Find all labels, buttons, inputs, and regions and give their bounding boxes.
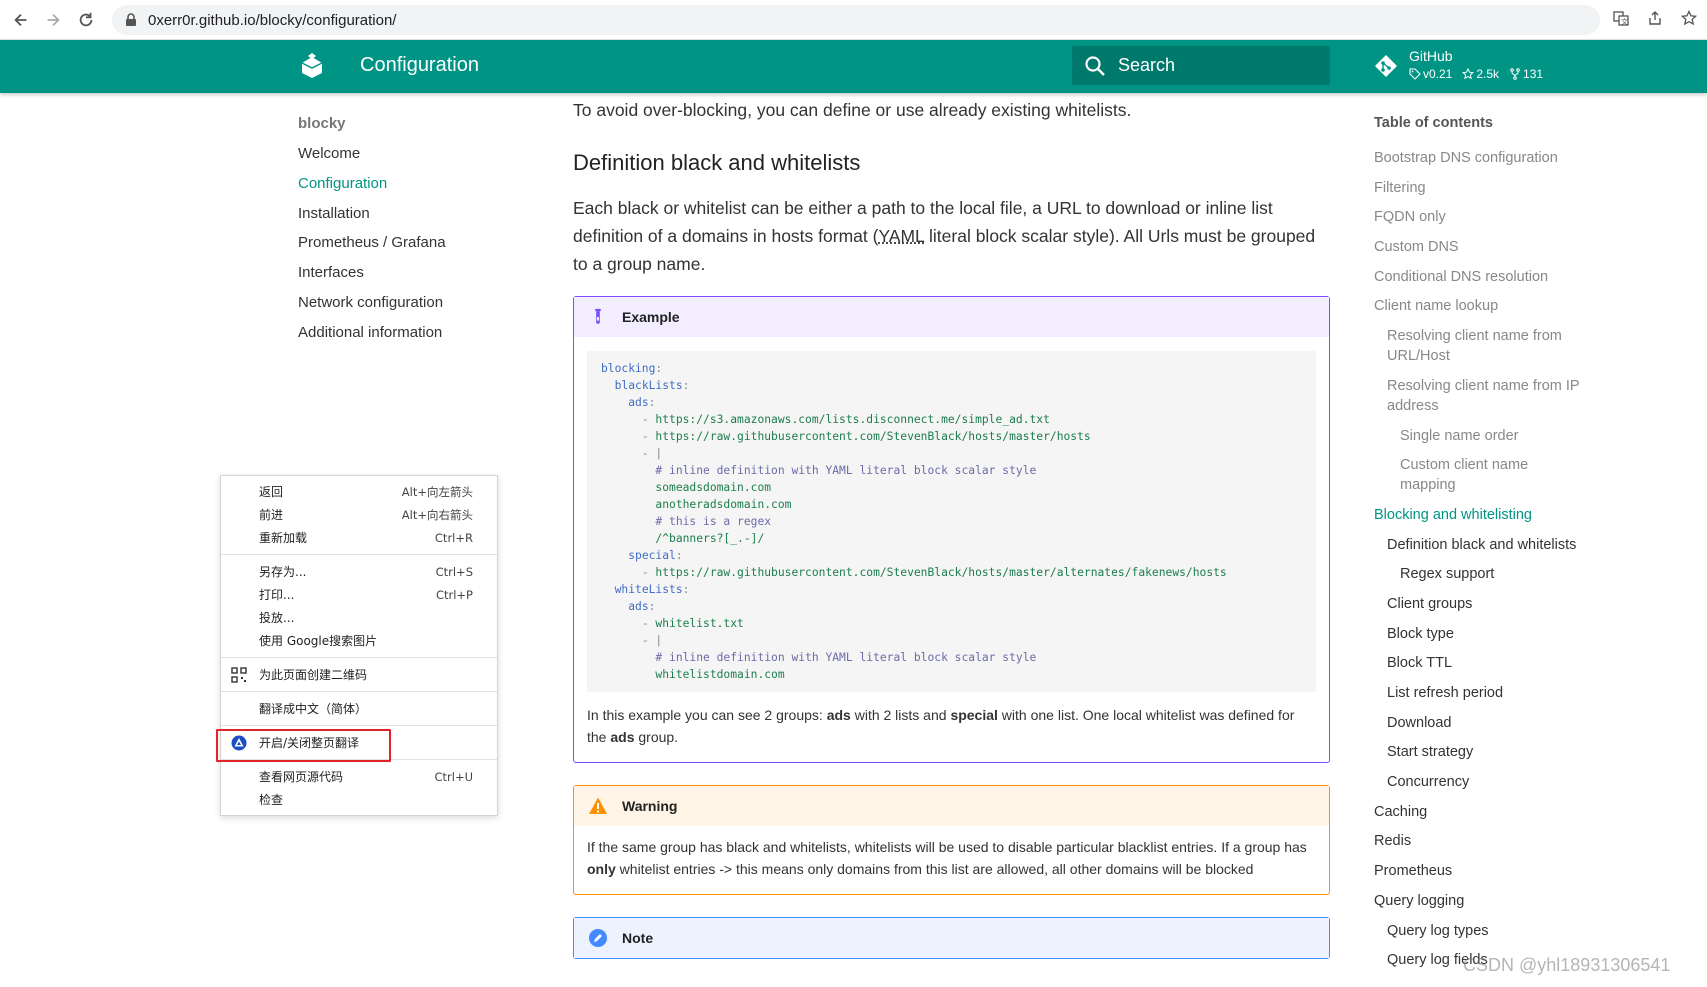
- bookmark-star-icon[interactable]: [1679, 8, 1699, 28]
- definition-paragraph: Each black or whitelist can be either a …: [573, 198, 1316, 274]
- toc-title: Table of contents: [1374, 115, 1493, 131]
- nav-title: blocky: [298, 115, 346, 132]
- toc-item[interactable]: Block TTL: [1374, 653, 1674, 673]
- warning-admonition: Warning If the same group has black and …: [573, 785, 1330, 895]
- svg-text:文: 文: [1621, 17, 1628, 26]
- search-icon: [1085, 55, 1105, 76]
- menu-item-view-source[interactable]: 查看网页源代码 Ctrl+U: [221, 765, 497, 788]
- toc-item[interactable]: Block type: [1374, 624, 1674, 644]
- site-logo-icon[interactable]: [300, 53, 324, 79]
- toc-item[interactable]: Custom client name mapping: [1374, 455, 1574, 495]
- menu-item-back[interactable]: 返回 Alt+向左箭头: [221, 480, 497, 503]
- forward-arrow-icon[interactable]: [37, 4, 69, 36]
- example-admonition: Example blocking: blackLists: ads: - htt…: [573, 296, 1330, 763]
- nav-item-interfaces[interactable]: Interfaces: [298, 264, 538, 294]
- main-content: To avoid over-blocking, you can define o…: [573, 93, 1330, 959]
- toc-item[interactable]: Filtering: [1374, 178, 1674, 198]
- pencil-icon: [588, 928, 608, 948]
- toc-item[interactable]: Start strategy: [1374, 742, 1674, 762]
- nav-item-configuration[interactable]: Configuration: [298, 175, 538, 205]
- reload-icon[interactable]: [70, 4, 102, 36]
- menu-item-print[interactable]: 打印... Ctrl+P: [221, 583, 497, 606]
- toc-item[interactable]: Query logging: [1374, 891, 1674, 911]
- toc-item[interactable]: Download: [1374, 713, 1674, 733]
- back-arrow-icon[interactable]: [5, 4, 37, 36]
- tag-icon: [1409, 68, 1421, 80]
- star-icon: [1462, 68, 1475, 80]
- toc-item[interactable]: Caching: [1374, 802, 1674, 822]
- site-header: Configuration Search GitHub v0.21 2.5k 1…: [0, 40, 1707, 93]
- yaml-code-block: blocking: blackLists: ads: - https://s3.…: [587, 351, 1316, 692]
- repo-version: v0.21: [1423, 67, 1453, 81]
- table-of-contents: Table of contents Bootstrap DNS configur…: [1374, 115, 1674, 980]
- watermark: CSDN @yhl18931306541: [1463, 955, 1671, 975]
- menu-item-reload[interactable]: 重新加载 Ctrl+R: [221, 526, 497, 549]
- page-title: Configuration: [360, 54, 479, 76]
- menu-item-forward[interactable]: 前进 Alt+向右箭头: [221, 503, 497, 526]
- nav-item-welcome[interactable]: Welcome: [298, 145, 538, 175]
- warning-text: If the same group has black and whitelis…: [587, 839, 1307, 877]
- yaml-abbr[interactable]: YAML: [878, 226, 924, 246]
- toc-item[interactable]: Regex support: [1374, 564, 1674, 584]
- menu-item-translate[interactable]: 翻译成中文（简体）: [221, 697, 497, 720]
- toc-item[interactable]: Conditional DNS resolution: [1374, 267, 1674, 287]
- menu-divider: [221, 657, 497, 658]
- example-title: Example: [622, 309, 680, 325]
- toc-item[interactable]: Custom DNS: [1374, 237, 1674, 257]
- menu-item-search-image[interactable]: 使用 Google搜索图片: [221, 629, 497, 652]
- menu-divider: [221, 691, 497, 692]
- nav-item-network-configuration[interactable]: Network configuration: [298, 294, 538, 324]
- toc-item[interactable]: Query log types: [1374, 921, 1674, 941]
- share-icon[interactable]: [1645, 8, 1665, 28]
- toc-item[interactable]: Resolving client name from URL/Host: [1374, 326, 1614, 366]
- menu-item-qr-code[interactable]: 为此页面创建二维码: [221, 663, 497, 686]
- lock-icon: [126, 13, 136, 26]
- url-text: 0xerr0r.github.io/blocky/configuration/: [148, 11, 397, 29]
- repo-stars: 2.5k: [1476, 67, 1500, 81]
- browser-toolbar: 0xerr0r.github.io/blocky/configuration/ …: [0, 0, 1707, 40]
- repo-forks: 131: [1523, 67, 1544, 81]
- toc-item[interactable]: Concurrency: [1374, 772, 1674, 792]
- toc-item[interactable]: Single name order: [1374, 426, 1674, 446]
- menu-item-inspect[interactable]: 检查: [221, 788, 497, 811]
- repo-name: GitHub: [1409, 48, 1453, 64]
- example-explanation: In this example you can see 2 groups: ad…: [587, 707, 1295, 745]
- note-admonition: Note: [573, 917, 1330, 959]
- search-placeholder: Search: [1118, 55, 1176, 75]
- warning-icon: [588, 796, 608, 816]
- menu-divider: [221, 725, 497, 726]
- git-icon: [1375, 55, 1397, 77]
- toc-item[interactable]: Client name lookup: [1374, 296, 1674, 316]
- note-title: Note: [622, 930, 654, 946]
- toc-item[interactable]: FQDN only: [1374, 207, 1674, 227]
- menu-item-save-as[interactable]: 另存为... Ctrl+S: [221, 560, 497, 583]
- red-highlight-annotation: [216, 729, 391, 762]
- left-navigation: blocky Welcome Configuration Installatio…: [298, 115, 538, 354]
- menu-item-cast[interactable]: 投放...: [221, 606, 497, 629]
- toc-item[interactable]: Resolving client name from IP address: [1374, 376, 1614, 416]
- toc-item[interactable]: Definition black and whitelists: [1374, 535, 1674, 555]
- toc-item[interactable]: Redis: [1374, 831, 1674, 851]
- translate-icon[interactable]: 文: [1611, 8, 1631, 28]
- address-bar[interactable]: 0xerr0r.github.io/blocky/configuration/: [112, 5, 1600, 35]
- warning-title: Warning: [622, 798, 678, 814]
- menu-divider: [221, 554, 497, 555]
- toc-item[interactable]: Client groups: [1374, 594, 1674, 614]
- nav-item-additional-information[interactable]: Additional information: [298, 324, 538, 354]
- context-menu: 返回 Alt+向左箭头 前进 Alt+向右箭头 重新加载 Ctrl+R 另存为... C…: [220, 475, 498, 816]
- toc-item-active[interactable]: Blocking and whitelisting: [1374, 505, 1674, 525]
- section-heading: Definition black and whitelists: [573, 150, 861, 175]
- toc-item[interactable]: Bootstrap DNS configuration: [1374, 148, 1674, 168]
- toc-item[interactable]: List refresh period: [1374, 683, 1674, 703]
- flask-icon: [588, 307, 608, 327]
- qr-code-icon: [231, 666, 247, 683]
- search-input[interactable]: Search: [1072, 46, 1330, 85]
- fork-icon: [1510, 68, 1520, 80]
- toc-item[interactable]: Prometheus: [1374, 861, 1674, 881]
- intro-paragraph: To avoid over-blocking, you can define o…: [573, 100, 1132, 120]
- nav-item-installation[interactable]: Installation: [298, 205, 538, 235]
- nav-item-prometheus-grafana[interactable]: Prometheus / Grafana: [298, 234, 538, 264]
